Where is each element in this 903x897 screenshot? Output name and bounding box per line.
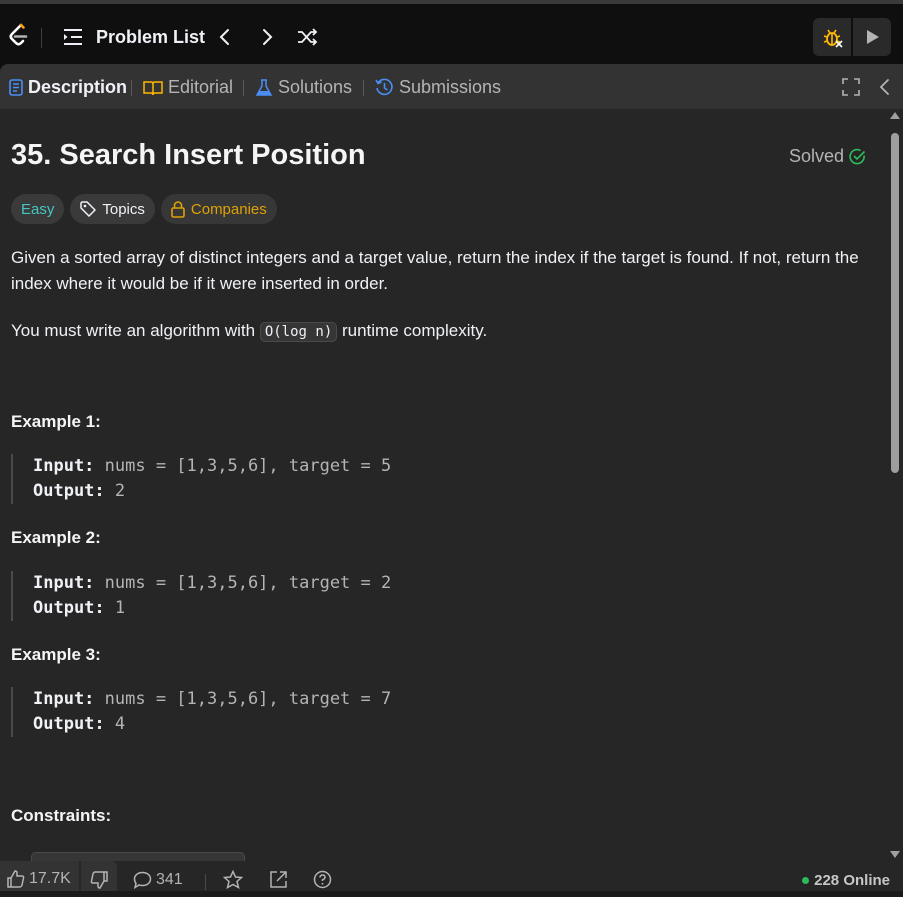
tag-icon <box>80 201 97 217</box>
tab-solutions-label: Solutions <box>278 77 353 97</box>
divider <box>205 874 206 890</box>
example-block: Input: nums = [1,3,5,6], target = 7 Outp… <box>11 687 391 737</box>
topics-label: Topics <box>102 200 145 218</box>
comment-count: 341 <box>156 871 183 888</box>
collapse-panel-icon[interactable] <box>876 78 894 96</box>
tab-separator <box>243 80 244 96</box>
thumbs-down-icon <box>90 871 108 889</box>
tab-submissions-label: Submissions <box>399 77 502 97</box>
solved-status: Solved <box>789 146 866 167</box>
example-block: Input: nums = [1,3,5,6], target = 5 Outp… <box>11 454 391 504</box>
lock-icon <box>171 200 185 218</box>
description-panel: Description Editorial Solutions Submissi… <box>0 64 903 897</box>
output-label: Output: <box>33 598 105 618</box>
bottom-edge <box>0 891 903 897</box>
run-button[interactable] <box>853 18 891 56</box>
list-icon[interactable] <box>63 28 83 46</box>
next-problem-icon[interactable] <box>255 25 279 49</box>
example-title: Example 1: <box>11 412 101 431</box>
fullscreen-icon[interactable] <box>842 78 860 96</box>
example-block: Input: nums = [1,3,5,6], target = 2 Outp… <box>11 571 391 621</box>
online-count: 228 Online <box>814 872 890 889</box>
like-count: 17.7K <box>29 870 71 887</box>
scrollbar[interactable] <box>887 109 903 861</box>
comment-icon <box>133 871 152 889</box>
output-value: 4 <box>104 714 126 734</box>
tab-separator <box>363 80 364 96</box>
problem-list-link[interactable]: Problem List <box>96 27 205 48</box>
share-icon[interactable] <box>269 870 288 889</box>
solved-label: Solved <box>788 146 844 166</box>
check-circle-icon <box>849 148 866 165</box>
like-content: 17.7K <box>7 870 71 888</box>
topics-button[interactable]: Topics <box>70 194 155 224</box>
example-title: Example 2: <box>11 528 101 547</box>
tab-solutions[interactable]: Solutions <box>255 77 352 98</box>
scrollbar-thumb[interactable] <box>891 133 899 473</box>
input-value: nums = [1,3,5,6], target = 5 <box>94 456 392 476</box>
comments-button[interactable]: 341 <box>133 871 183 889</box>
input-label: Input: <box>33 573 95 593</box>
play-icon <box>867 30 879 44</box>
companies-button[interactable]: Companies <box>160 194 277 224</box>
input-value: nums = [1,3,5,6], target = 7 <box>94 689 392 709</box>
book-icon <box>143 80 163 95</box>
input-value: nums = [1,3,5,6], target = 2 <box>94 573 392 593</box>
online-users-indicator: 228 Online <box>802 872 890 889</box>
output-value: 1 <box>104 598 126 618</box>
divider <box>41 28 42 48</box>
constraint-code-box <box>31 852 245 861</box>
difficulty-label: Easy <box>21 200 55 218</box>
problem-title[interactable]: 35. Search Insert Position <box>11 139 366 172</box>
tab-description-label: Description <box>28 77 128 97</box>
prev-problem-icon[interactable] <box>213 25 237 49</box>
inline-code: O(log n) <box>259 322 338 342</box>
companies-label: Companies <box>190 200 267 218</box>
run-controls <box>813 18 891 56</box>
tab-editorial-label: Editorial <box>168 77 234 97</box>
scroll-down-arrow-icon[interactable] <box>890 851 900 858</box>
description-text: runtime complexity. <box>337 321 488 340</box>
description-text: You must write an algorithm with <box>11 321 260 340</box>
scroll-up-arrow-icon[interactable] <box>890 112 900 119</box>
output-label: Output: <box>33 714 105 734</box>
output-label: Output: <box>33 481 105 501</box>
output-value: 2 <box>104 481 126 501</box>
problem-tags: Easy Topics Companies <box>11 194 277 224</box>
example-title: Example 3: <box>11 645 101 664</box>
history-icon <box>375 78 393 96</box>
tab-editorial[interactable]: Editorial <box>143 77 233 98</box>
difficulty-badge: Easy <box>11 194 65 224</box>
problem-content: 35. Search Insert Position Solved Easy T… <box>0 109 887 861</box>
input-label: Input: <box>33 689 95 709</box>
shuffle-icon[interactable] <box>296 25 320 49</box>
problem-description: Given a sorted array of distinct integer… <box>11 245 871 366</box>
flask-icon <box>255 78 273 96</box>
top-navbar: Problem List <box>0 0 903 64</box>
help-icon[interactable] <box>313 870 332 889</box>
bug-icon <box>823 29 843 48</box>
tab-separator <box>131 80 132 96</box>
description-paragraph: Given a sorted array of distinct integer… <box>11 248 859 293</box>
input-label: Input: <box>33 456 95 476</box>
constraints-heading: Constraints: <box>11 806 112 825</box>
description-paragraph: You must write an algorithm with O(log n… <box>11 318 871 345</box>
tab-description[interactable]: Description <box>9 77 127 98</box>
online-dot-icon <box>802 877 810 884</box>
leetcode-logo-icon[interactable] <box>6 22 30 48</box>
tab-submissions[interactable]: Submissions <box>375 77 501 98</box>
panel-tab-bar: Description Editorial Solutions Submissi… <box>0 64 903 109</box>
star-icon[interactable] <box>223 870 243 890</box>
thumbs-up-icon <box>7 870 25 888</box>
description-icon <box>9 79 23 96</box>
debug-button[interactable] <box>813 18 851 56</box>
